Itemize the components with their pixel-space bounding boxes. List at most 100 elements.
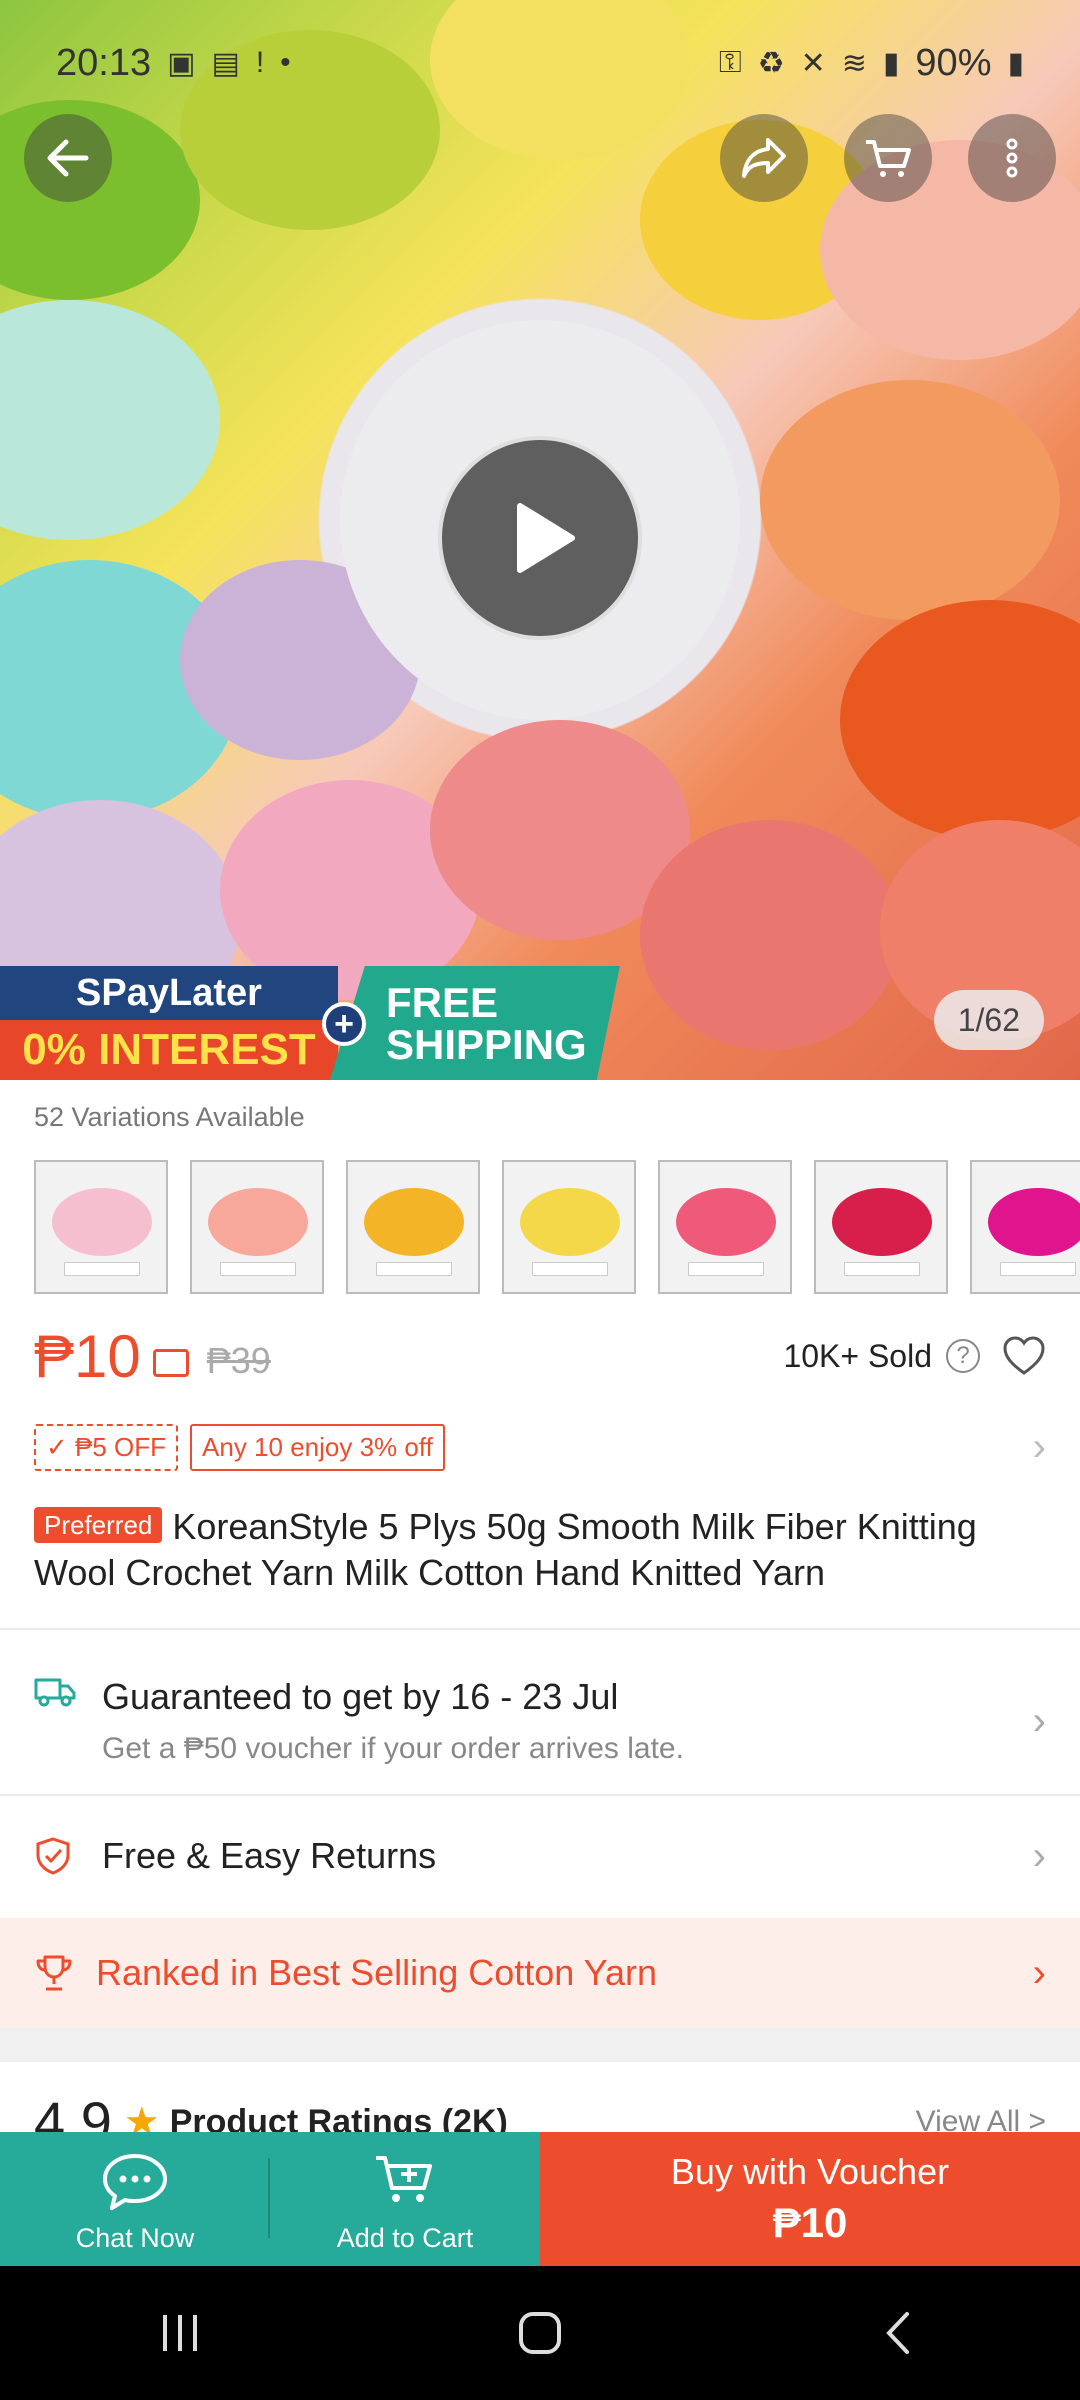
recycle-icon: ♻ <box>757 46 785 80</box>
variation-swatch[interactable] <box>502 1160 636 1294</box>
returns-row[interactable]: Free & Easy Returns › <box>0 1796 1080 1916</box>
view-all-link[interactable]: View All > <box>916 2094 1046 2134</box>
current-price: ₱10 <box>34 1322 141 1390</box>
mute-icon: ✕ <box>800 46 826 80</box>
back-button[interactable] <box>24 114 112 202</box>
more-vertical-icon <box>1006 138 1018 178</box>
back-nav-icon[interactable] <box>875 2308 925 2358</box>
add-to-cart-button[interactable]: Add to Cart <box>270 2132 540 2266</box>
section-gap <box>0 2028 1080 2062</box>
share-button[interactable] <box>720 114 808 202</box>
variation-swatch[interactable] <box>34 1160 168 1294</box>
chevron-right-icon: › <box>1032 1698 1046 1743</box>
home-icon[interactable] <box>515 2308 565 2358</box>
yarn-ball <box>0 300 220 540</box>
play-icon <box>517 503 575 573</box>
gallery-icon: ▣ <box>167 46 196 80</box>
key-icon: ⚿ <box>718 46 742 79</box>
variation-swatch[interactable] <box>190 1160 324 1294</box>
document-icon: ▤ <box>211 46 240 80</box>
play-video-button[interactable] <box>438 436 642 640</box>
cart-icon <box>866 140 911 177</box>
discount-tag: ✓ ₱5 OFF <box>34 1424 179 1471</box>
yarn-ball <box>640 820 900 1050</box>
swatch-image <box>520 1188 620 1256</box>
chevron-right-icon: › <box>1032 1833 1046 1878</box>
ranked-banner[interactable]: Ranked in Best Selling Cotton Yarn › <box>0 1918 1080 2028</box>
chat-now-button[interactable]: Chat Now <box>0 2132 270 2266</box>
promo-banner: SPayLater 0% INTEREST FREE SHIPPING + <box>0 966 620 1080</box>
ranked-text: Ranked in Best Selling Cotton Yarn <box>96 1952 658 1993</box>
shipping-subtitle: Get a ₱50 voucher if your order arrives … <box>102 1732 684 1765</box>
variation-swatch[interactable] <box>970 1160 1080 1294</box>
battery-icon: ▮ <box>1007 46 1024 80</box>
ratings-label: Product Ratings (2K) <box>169 2103 508 2134</box>
truck-icon <box>34 1678 76 1707</box>
swatch-image <box>988 1188 1080 1256</box>
voucher-icon <box>152 1349 189 1377</box>
variation-swatch[interactable] <box>814 1160 948 1294</box>
product-image-carousel[interactable]: 20:13 ▣ ▤ ! • ⚿ ♻ ✕ ≋ ▮ 90% ▮ SPayLater … <box>0 0 1080 1080</box>
share-icon <box>742 138 786 178</box>
add-cart-icon <box>376 2156 432 2202</box>
free-shipping-block: FREE SHIPPING <box>330 966 620 1080</box>
help-icon[interactable]: ? <box>946 1339 980 1373</box>
plus-icon: + <box>322 1002 366 1046</box>
interest-label: 0% INTEREST <box>0 1020 338 1080</box>
variation-swatch[interactable] <box>346 1160 480 1294</box>
chevron-right-icon: › <box>1032 1425 1046 1469</box>
spaylater-label: SPayLater <box>0 966 338 1020</box>
ratings-header[interactable]: 4.9 ★ Product Ratings (2K) View All > <box>34 2094 1046 2134</box>
swatch-image <box>676 1188 776 1256</box>
swatch-tag <box>532 1262 608 1276</box>
swatch-image <box>52 1188 152 1256</box>
shipping-guarantee-row[interactable]: Guaranteed to get by 16 - 23 Jul Get a ₱… <box>0 1650 1080 1792</box>
preferred-badge: Preferred <box>34 1507 163 1543</box>
free-shipping-line1: FREE <box>386 979 499 1026</box>
discount-tag-text: ₱5 OFF <box>75 1432 167 1462</box>
yarn-ball <box>760 380 1060 620</box>
shield-check-icon <box>36 1837 70 1875</box>
back-arrow-icon <box>47 139 89 177</box>
divider <box>0 1628 1080 1630</box>
chevron-right-icon: › <box>1032 1950 1046 1995</box>
buy-button-price: ₱10 <box>772 2199 848 2246</box>
trophy-icon <box>36 1955 72 1991</box>
product-title-text: KoreanStyle 5 Plys 50g Smooth Milk Fiber… <box>34 1506 977 1593</box>
promo-tags-row[interactable]: ✓ ₱5 OFF Any 10 enjoy 3% off › <box>34 1424 1046 1471</box>
swatch-tag <box>376 1262 452 1276</box>
buy-with-voucher-button[interactable]: Buy with Voucher ₱10 <box>540 2132 1080 2266</box>
variation-swatch-list <box>34 1160 1080 1294</box>
swatch-image <box>364 1188 464 1256</box>
dot-icon: • <box>280 46 291 79</box>
chat-now-label: Chat Now <box>75 2223 195 2253</box>
swatch-tag <box>220 1262 296 1276</box>
swatch-tag <box>64 1262 140 1276</box>
free-shipping-line2: SHIPPING <box>386 1021 587 1068</box>
status-time: 20:13 <box>56 41 152 84</box>
chat-icon <box>103 2154 167 2210</box>
variation-swatch[interactable] <box>658 1160 792 1294</box>
bundle-tag: Any 10 enjoy 3% off <box>190 1424 445 1471</box>
wifi-icon: ≋ <box>841 46 867 80</box>
bottom-action-bar: Chat Now Add to Cart Buy with Voucher ₱1… <box>0 2132 1080 2266</box>
buy-button-label: Buy with Voucher <box>670 2151 950 2192</box>
swatch-tag <box>844 1262 920 1276</box>
more-options-button[interactable] <box>968 114 1056 202</box>
alert-icon: ! <box>255 46 265 79</box>
star-icon: ★ <box>123 2100 160 2134</box>
cart-button[interactable] <box>844 114 932 202</box>
original-price: ₱39 <box>206 1340 271 1381</box>
price-row: ₱10 ₱39 10K+ Sold ? <box>34 1316 1046 1396</box>
rating-score: 4.9 <box>34 2094 112 2134</box>
swatch-image <box>832 1188 932 1256</box>
spaylater-block: SPayLater 0% INTEREST <box>0 966 338 1080</box>
sold-count: 10K+ Sold <box>783 1337 932 1374</box>
shipping-text: Guaranteed to get by 16 - 23 Jul Get a ₱… <box>76 1676 684 1766</box>
product-title: Preferred KoreanStyle 5 Plys 50g Smooth M… <box>34 1504 1046 1596</box>
swatch-tag <box>1000 1262 1076 1276</box>
recent-apps-icon[interactable] <box>155 2311 205 2355</box>
status-bar: 20:13 ▣ ▤ ! • ⚿ ♻ ✕ ≋ ▮ 90% ▮ <box>0 0 1080 100</box>
favorite-heart-icon[interactable] <box>1002 1336 1046 1376</box>
yarn-ball <box>840 600 1080 840</box>
